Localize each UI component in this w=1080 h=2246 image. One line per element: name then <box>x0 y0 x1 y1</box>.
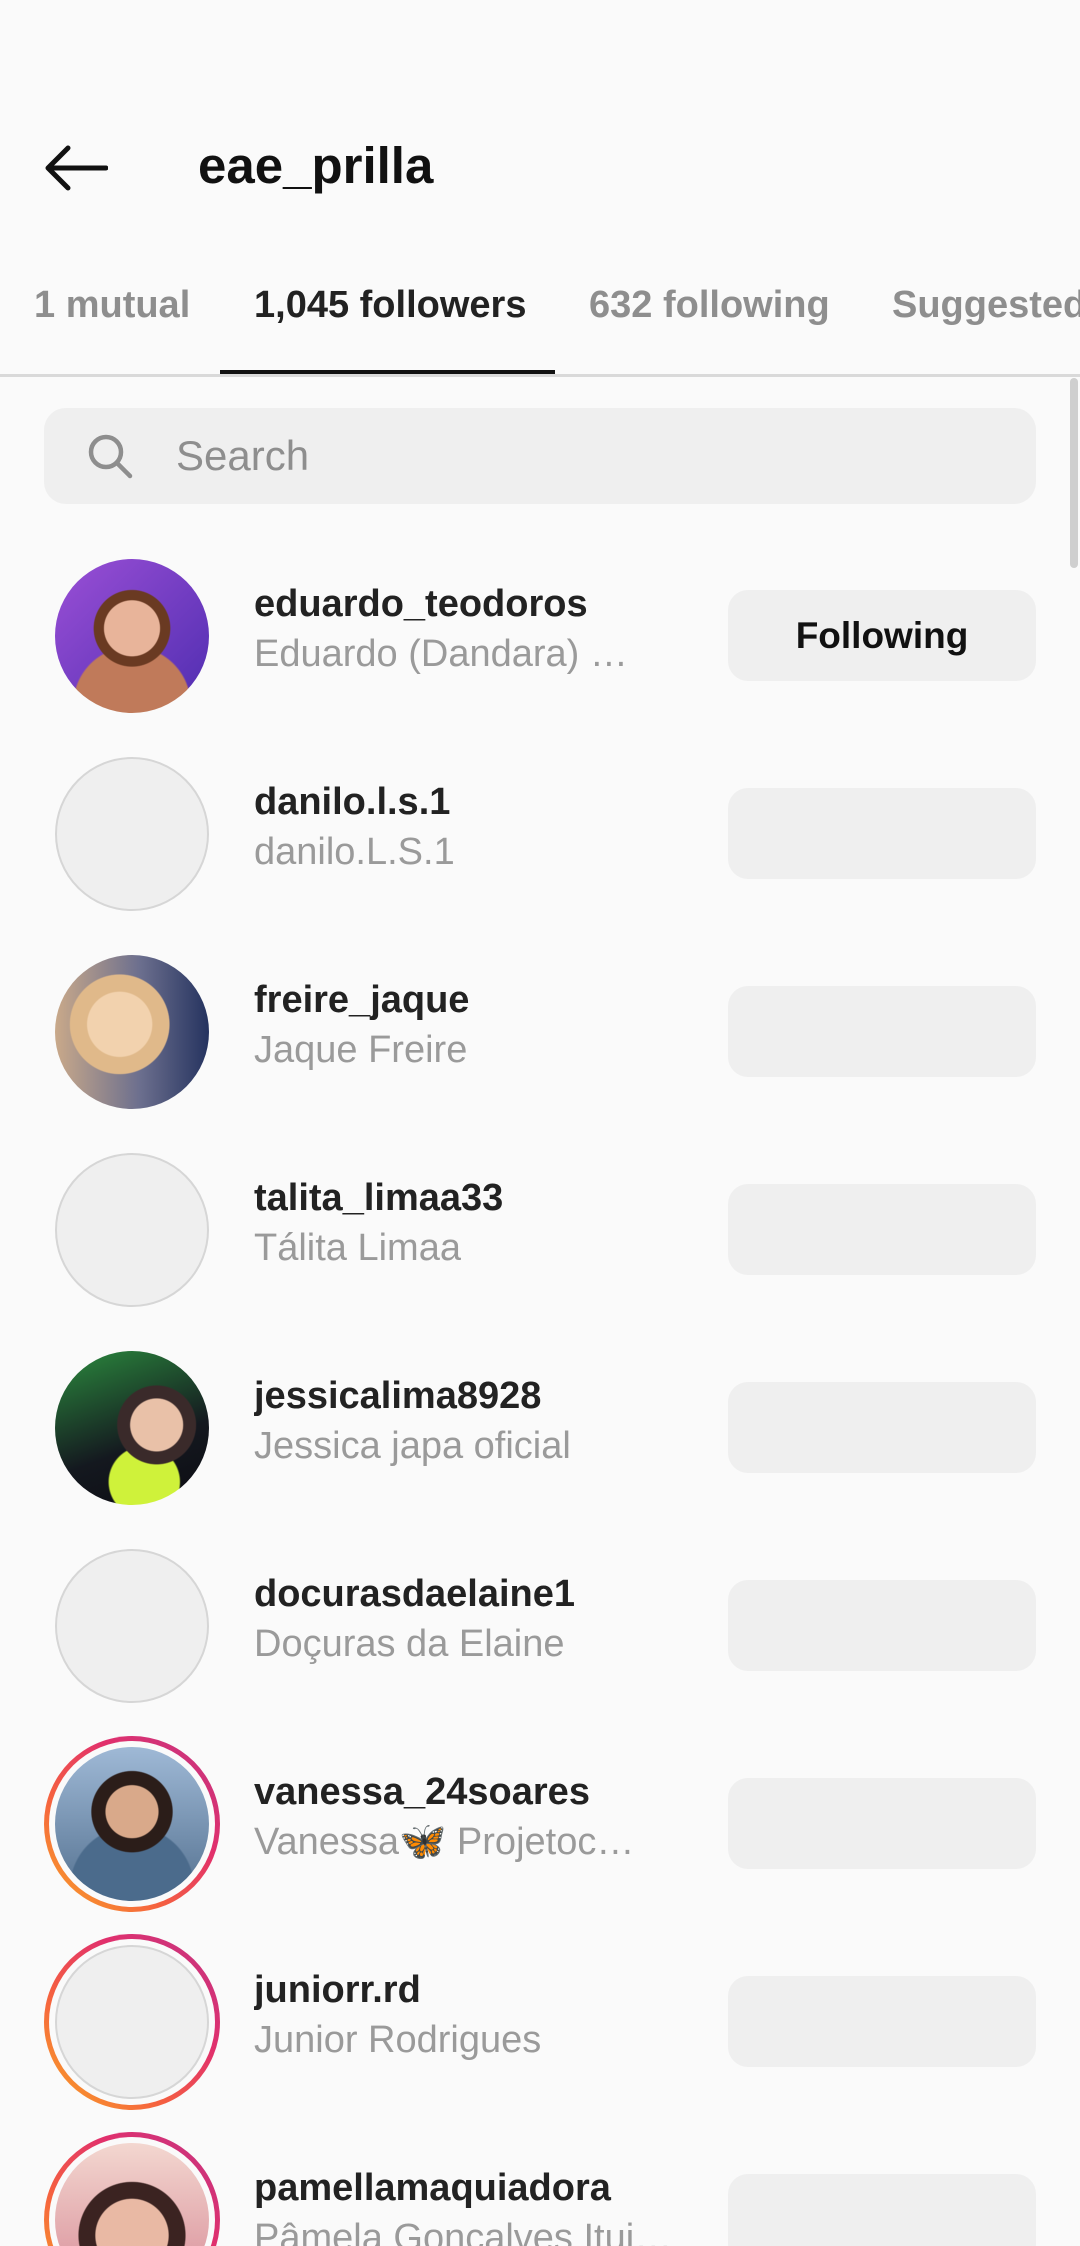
tab-followers[interactable]: 1,045 followers <box>254 284 526 327</box>
follow-button-placeholder[interactable] <box>728 1184 1036 1275</box>
list-item[interactable]: danilo.l.s.1 danilo.L.S.1 <box>0 754 1080 952</box>
full-name: Pâmela Gonçalves Ituiu… <box>254 2217 684 2246</box>
avatar[interactable] <box>55 757 209 911</box>
list-item[interactable]: vanessa_24soares Vanessa🦋 Projetoc… <box>0 1736 1080 1942</box>
username[interactable]: jessicalima8928 <box>254 1372 684 1420</box>
follow-button-placeholder[interactable] <box>728 986 1036 1077</box>
username[interactable]: freire_jaque <box>254 976 684 1024</box>
follow-button-placeholder[interactable] <box>728 1580 1036 1671</box>
scrollbar[interactable] <box>1070 378 1078 568</box>
list-item[interactable]: docurasdaelaine1 Doçuras da Elaine <box>0 1546 1080 1744</box>
full-name: Junior Rodrigues <box>254 2019 542 2061</box>
list-item[interactable]: eduardo_teodoros Eduardo (Dandara) … Fol… <box>0 556 1080 754</box>
full-name: Vanessa🦋 Projetoc… <box>254 1821 635 1863</box>
avatar[interactable] <box>55 1153 209 1307</box>
search-icon <box>88 434 133 479</box>
follow-button-placeholder[interactable] <box>728 2174 1036 2246</box>
search-bar[interactable] <box>44 408 1036 504</box>
tab-suggested[interactable]: Suggested <box>892 284 1080 327</box>
back-button[interactable] <box>40 136 112 200</box>
avatar[interactable] <box>55 1549 209 1703</box>
following-button[interactable]: Following <box>728 590 1036 681</box>
full-name: danilo.L.S.1 <box>254 831 455 873</box>
tab-mutual[interactable]: 1 mutual <box>34 284 190 327</box>
follow-button-placeholder[interactable] <box>728 1778 1036 1869</box>
avatar-story-ring[interactable] <box>44 1934 220 2110</box>
full-name: Doçuras da Elaine <box>254 1623 565 1665</box>
avatar[interactable] <box>55 955 209 1109</box>
username[interactable]: danilo.l.s.1 <box>254 778 684 826</box>
follow-button-placeholder[interactable] <box>728 1382 1036 1473</box>
arrow-left-icon <box>45 145 108 191</box>
username[interactable]: eduardo_teodoros <box>254 580 684 628</box>
username[interactable]: juniorr.rd <box>254 1966 684 2014</box>
list-item[interactable]: pamellamaquiadora Pâmela Gonçalves Ituiu… <box>0 2132 1080 2246</box>
profile-username-title: eae_prilla <box>198 137 434 194</box>
follow-tabs: 1 mutual 1,045 followers 632 following S… <box>0 260 1080 377</box>
avatar[interactable] <box>55 559 209 713</box>
top-bar: eae_prilla <box>0 0 1080 240</box>
follow-button-placeholder[interactable] <box>728 788 1036 879</box>
full-name: Jaque Freire <box>254 1029 468 1071</box>
tab-following[interactable]: 632 following <box>589 284 830 327</box>
username[interactable]: pamellamaquiadora <box>254 2164 684 2212</box>
full-name: Eduardo (Dandara) … <box>254 633 628 675</box>
avatar[interactable] <box>55 1351 209 1505</box>
username[interactable]: talita_limaa33 <box>254 1174 684 1222</box>
active-tab-indicator <box>220 370 555 374</box>
list-item[interactable]: talita_limaa33 Tálita Limaa <box>0 1150 1080 1348</box>
list-item[interactable]: jessicalima8928 Jessica japa oficial <box>0 1348 1080 1546</box>
search-input[interactable] <box>176 432 976 480</box>
username[interactable]: docurasdaelaine1 <box>254 1570 684 1618</box>
full-name: Jessica japa oficial <box>254 1425 571 1467</box>
follow-button-placeholder[interactable] <box>728 1976 1036 2067</box>
full-name: Tálita Limaa <box>254 1227 461 1269</box>
avatar-story-ring[interactable] <box>44 1736 220 1912</box>
avatar-story-ring[interactable] <box>44 2132 220 2246</box>
list-item[interactable]: juniorr.rd Junior Rodrigues <box>0 1934 1080 2140</box>
list-item[interactable]: freire_jaque Jaque Freire <box>0 952 1080 1150</box>
username[interactable]: vanessa_24soares <box>254 1768 684 1816</box>
